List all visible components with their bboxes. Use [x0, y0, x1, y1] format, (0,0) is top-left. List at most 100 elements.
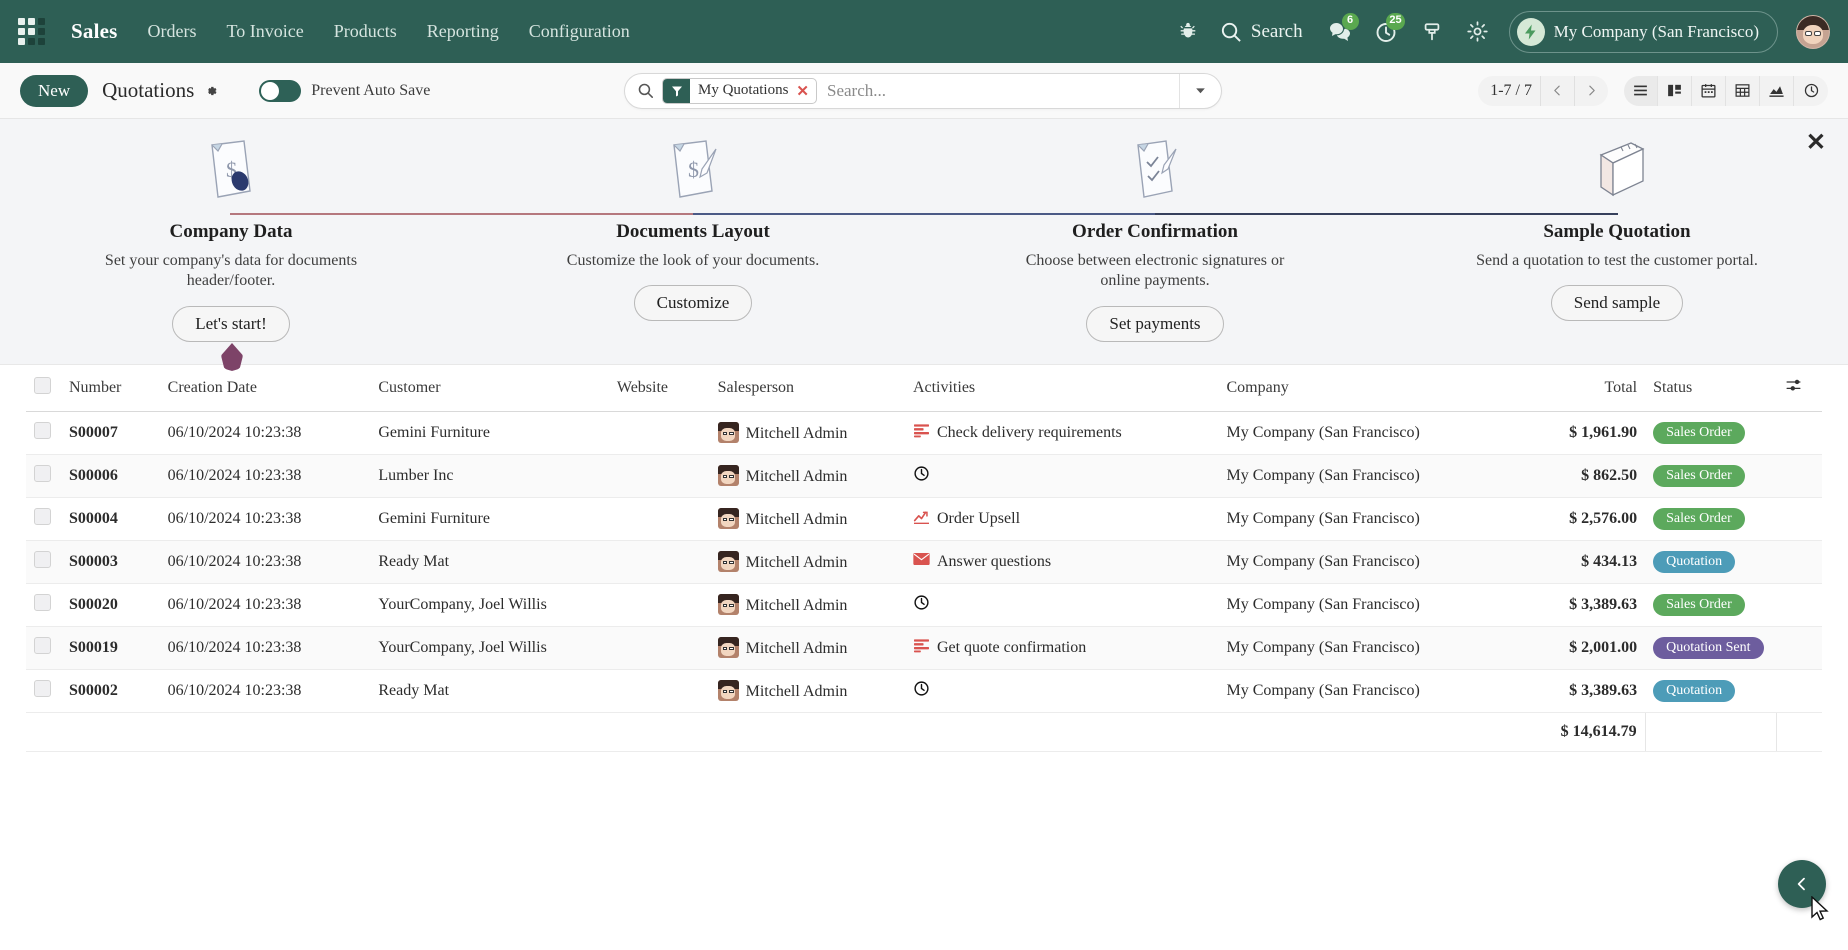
cell-activities[interactable]	[904, 669, 1219, 713]
search-facet-label: My Quotations	[698, 82, 789, 98]
prevent-auto-save-toggle[interactable]	[259, 79, 302, 102]
cell-total: $ 2,001.00	[1529, 626, 1646, 670]
column-header-total[interactable]: Total	[1529, 364, 1646, 412]
pager-next-button[interactable]	[1574, 75, 1608, 106]
cell-salesperson: Mitchell Admin	[709, 454, 905, 498]
step-title: Sample Quotation	[1543, 221, 1691, 242]
column-header-number[interactable]: Number	[60, 364, 160, 412]
column-header-activities[interactable]: Activities	[904, 364, 1219, 412]
cell-creation-date: 06/10/2024 10:23:38	[159, 626, 371, 670]
bug-icon[interactable]	[1165, 10, 1211, 54]
table-row[interactable]: S00002 06/10/2024 10:23:38 Ready Mat Mitche…	[26, 669, 1822, 713]
column-header-salesperson[interactable]: Salesperson	[709, 364, 905, 412]
cell-company: My Company (San Francisco)	[1218, 626, 1530, 670]
pivot-view-icon[interactable]	[1726, 75, 1760, 106]
app-brand-sales[interactable]: Sales	[71, 19, 118, 44]
cell-activities[interactable]: Order Upsell	[904, 497, 1219, 541]
row-checkbox[interactable]	[34, 507, 51, 525]
graph-view-icon[interactable]	[1760, 75, 1794, 106]
new-button[interactable]: New	[20, 74, 89, 107]
view-settings-gear-icon[interactable]	[203, 83, 219, 99]
cell-activities[interactable]: Check delivery requirements	[904, 411, 1219, 455]
clock-icon[interactable]	[913, 680, 930, 702]
calendar-view-icon[interactable]	[1692, 75, 1726, 106]
cell-customer: Ready Mat	[370, 540, 609, 584]
tasks-icon[interactable]	[913, 638, 930, 658]
chevron-down-icon[interactable]	[1179, 73, 1221, 108]
activities-clock-icon[interactable]: 25	[1363, 10, 1409, 54]
table-row[interactable]: S00006 06/10/2024 10:23:38 Lumber Inc Mitch…	[26, 454, 1822, 498]
cell-number: S00019	[60, 626, 160, 670]
nav-menu-reporting[interactable]: Reporting	[427, 21, 499, 42]
kanban-view-icon[interactable]	[1658, 75, 1692, 106]
row-checkbox[interactable]	[34, 593, 51, 611]
cell-number: S00020	[60, 583, 160, 627]
view-switcher	[1624, 75, 1828, 106]
pager-previous-button[interactable]	[1540, 75, 1574, 106]
table-row[interactable]: S00020 06/10/2024 10:23:38 YourCompany, Jo…	[26, 583, 1822, 627]
cell-total: $ 434.13	[1529, 540, 1646, 584]
total-end-spacer	[1776, 711, 1822, 752]
row-checkbox[interactable]	[34, 679, 51, 697]
avatar	[717, 422, 739, 444]
column-header-website[interactable]: Website	[608, 364, 710, 412]
envelope-icon[interactable]	[913, 552, 930, 571]
nav-menu-configuration[interactable]: Configuration	[529, 21, 630, 42]
table-row[interactable]: S00019 06/10/2024 10:23:38 YourCompany, Jo…	[26, 626, 1822, 670]
lets-start-button[interactable]: Let's start!	[172, 305, 290, 342]
select-all-checkbox[interactable]	[34, 376, 51, 394]
customize-button[interactable]: Customize	[633, 285, 753, 322]
column-settings-icon[interactable]	[1776, 364, 1822, 412]
send-sample-button[interactable]: Send sample	[1550, 285, 1684, 322]
table-row[interactable]: S00004 06/10/2024 10:23:38 Gemini Furnitur…	[26, 497, 1822, 541]
table-row[interactable]: S00003 06/10/2024 10:23:38 Ready Mat Mitche…	[26, 540, 1822, 584]
salesperson-name: Mitchell Admin	[745, 554, 848, 572]
chart-line-icon[interactable]	[913, 509, 930, 529]
set-payments-button[interactable]: Set payments	[1086, 305, 1224, 342]
apps-dot	[38, 28, 45, 35]
row-checkbox[interactable]	[34, 464, 51, 482]
cell-activities[interactable]	[904, 454, 1219, 498]
activity-view-icon[interactable]	[1794, 75, 1828, 106]
row-checkbox[interactable]	[34, 636, 51, 654]
cell-creation-date: 06/10/2024 10:23:38	[159, 454, 371, 498]
tasks-icon[interactable]	[913, 423, 930, 443]
apps-grid-icon[interactable]	[18, 18, 45, 45]
cell-end-spacer	[1776, 497, 1822, 541]
search-facet-my-quotations[interactable]: My Quotations ✕	[662, 77, 817, 104]
user-avatar[interactable]	[1796, 14, 1830, 49]
close-icon[interactable]: ✕	[796, 82, 816, 100]
cell-activities[interactable]	[904, 583, 1219, 627]
column-header-status[interactable]: Status	[1645, 364, 1777, 412]
table-row[interactable]: S00007 06/10/2024 10:23:38 Gemini Furnitur…	[26, 411, 1822, 455]
nav-menu-orders[interactable]: Orders	[148, 21, 197, 42]
cell-salesperson: Mitchell Admin	[709, 411, 905, 455]
row-checkbox[interactable]	[34, 550, 51, 568]
chatter-toggle-button[interactable]	[1778, 860, 1826, 908]
clock-icon[interactable]	[913, 465, 930, 487]
onboarding-step-company-data: $ Company Data Set your company's data f…	[0, 135, 462, 342]
avatar-glass-left	[1804, 30, 1812, 36]
cell-activities[interactable]: Answer questions	[904, 540, 1219, 584]
quotations-table: Number Creation Date Customer Website Sa…	[26, 364, 1822, 752]
nav-menu-to-invoice[interactable]: To Invoice	[227, 21, 304, 42]
company-switcher[interactable]: My Company (San Francisco)	[1508, 10, 1778, 53]
row-checkbox[interactable]	[34, 421, 51, 439]
apps-dot	[18, 18, 25, 25]
column-header-creation-date[interactable]: Creation Date	[159, 364, 371, 412]
brush-icon[interactable]	[1409, 10, 1455, 54]
navbar-search-button[interactable]: Search	[1211, 20, 1317, 43]
nav-menu-products[interactable]: Products	[334, 21, 397, 42]
cell-status: Sales Order	[1645, 497, 1777, 541]
column-header-company[interactable]: Company	[1218, 364, 1530, 412]
messages-icon[interactable]: 6	[1317, 10, 1363, 54]
search-input[interactable]	[827, 80, 1179, 101]
cell-activities[interactable]: Get quote confirmation	[904, 626, 1219, 670]
list-view-icon[interactable]	[1624, 75, 1658, 106]
cell-company: My Company (San Francisco)	[1218, 669, 1530, 713]
column-header-customer[interactable]: Customer	[370, 364, 609, 412]
clock-icon[interactable]	[913, 594, 930, 616]
cell-website	[608, 540, 710, 584]
gear-icon[interactable]	[1455, 10, 1501, 54]
onboarding-step-order-confirmation: Order Confirmation Choose between electr…	[924, 135, 1386, 342]
